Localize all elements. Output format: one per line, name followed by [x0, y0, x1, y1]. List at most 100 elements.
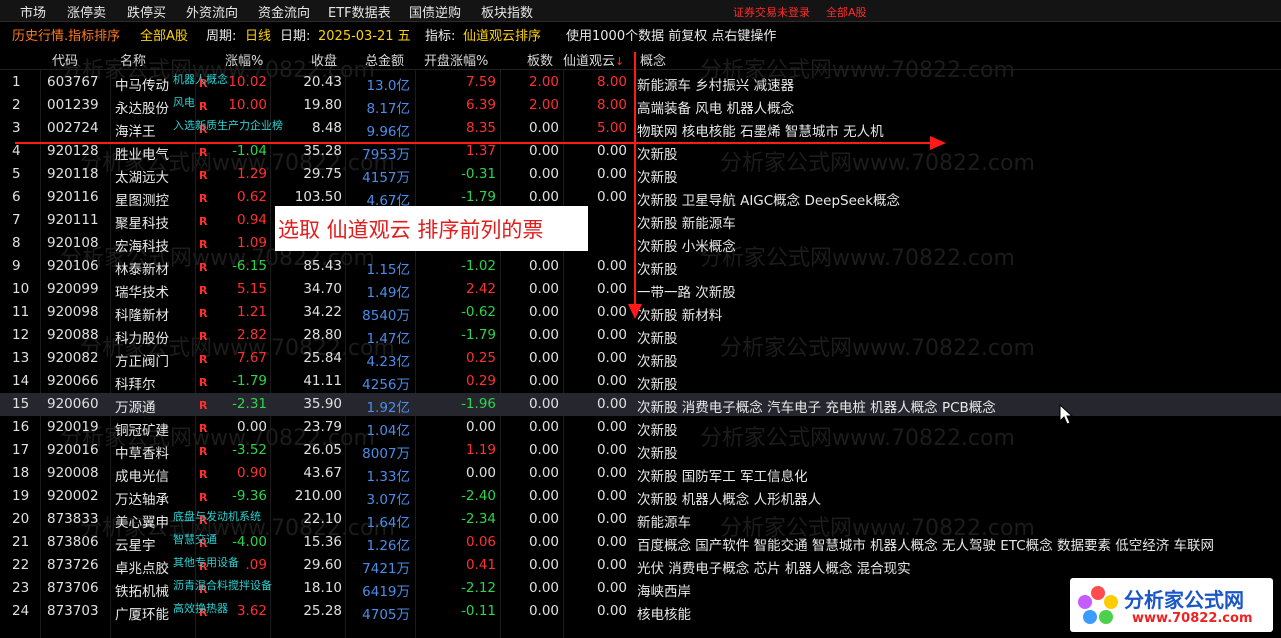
xdgy-score: 0.00	[596, 166, 627, 182]
stock-code: 920060	[47, 396, 99, 412]
board-count: 0.00	[528, 465, 559, 481]
table-row[interactable]: 21 873806 云星宇 R 智慧交通 -4.00 15.36 1.26亿 0.06 0.00 0…	[0, 531, 1281, 554]
table-row[interactable]: 19 920002 万达轴承 R -9.36 210.00 3.07亿 -2.40 0.00 0.…	[0, 485, 1281, 508]
menu-limit-up-sell[interactable]: 涨停卖	[67, 2, 106, 21]
xdgy-score: 0.00	[596, 189, 627, 205]
stock-code: 873833	[47, 511, 99, 527]
close-price: 103.50	[294, 189, 342, 205]
total-amount: 6419万	[362, 584, 410, 600]
close-price: 28.80	[303, 327, 342, 343]
stock-name: 方正阀门	[115, 354, 169, 370]
total-amount: 1.33亿	[366, 469, 410, 485]
date-value[interactable]: 2025-03-21 五	[318, 25, 411, 44]
table-row[interactable]: 13 920082 方正阀门 R 7.67 25.84 4.23亿 0.25 0.00 0.00 次…	[0, 347, 1281, 370]
period-value[interactable]: 日线	[245, 25, 271, 44]
xdgy-score: 0.00	[596, 511, 627, 527]
table-row[interactable]: 15 920060 万源通 R -2.31 35.90 1.92亿 -1.96 0.00 0.00…	[0, 393, 1281, 416]
menu-bar: 市场 涨停卖 跌停买 外资流向 资金流向 ETF数据表 国债逆购 板块指数 证券…	[0, 0, 1281, 22]
table-row[interactable]: 14 920066 科拜尔 R -1.79 41.11 4256万 0.29 0.00 0.00 次…	[0, 370, 1281, 393]
change-pct: 10.02	[228, 74, 267, 90]
stock-name: 广厦环能	[115, 607, 169, 623]
table-row[interactable]: 9 920106 林泰新材 R -6.15 85.43 1.15亿 -1.02 0.00 0.00…	[0, 255, 1281, 278]
table-row[interactable]: 22 873726 卓兆点胶 R 其他专用设备 .09 29.60 7421万 0.41 0.00…	[0, 554, 1281, 577]
table-row[interactable]: 1 603767 中马传动 R 机器人概念 10.02 20.43 13.0亿 7.59 2.00…	[0, 71, 1281, 94]
close-price: 43.67	[303, 465, 342, 481]
col-open-change-pct[interactable]: 开盘涨幅%	[424, 50, 488, 69]
close-price: 35.90	[303, 396, 342, 412]
col-boards[interactable]: 板数	[527, 50, 553, 69]
col-amount[interactable]: 总金额	[365, 50, 404, 69]
table-row[interactable]: 20 873833 美心翼申 R 底盘与发动机系统 22.10 1.64亿 -2.34 0.00…	[0, 508, 1281, 531]
row-index: 8	[12, 235, 21, 251]
table-row[interactable]: 5 920118 太湖远大 R 1.29 29.75 4157万 -0.31 0.00 0.00 次…	[0, 163, 1281, 186]
menu-etf-table[interactable]: ETF数据表	[328, 2, 391, 21]
menu-treasury-repo[interactable]: 国债逆购	[409, 2, 461, 21]
col-close[interactable]: 收盘	[311, 50, 337, 69]
menu-limit-down-buy[interactable]: 跌停买	[127, 2, 166, 21]
table-row[interactable]: 16 920019 铜冠矿建 R 0.00 23.79 1.04亿 0.00 0.00 0.00 次…	[0, 416, 1281, 439]
menu-capital-flow[interactable]: 资金流向	[258, 2, 310, 21]
margin-trading-badge: R	[199, 192, 208, 205]
mouse-cursor-icon	[1059, 404, 1074, 425]
date-label: 日期:	[280, 29, 311, 44]
app-window: 分析家公式网www.70822.com 分析家公式网www.70822.com 分析…	[0, 0, 1281, 638]
menu-foreign-flow[interactable]: 外资流向	[186, 2, 238, 21]
scope-selector[interactable]: 全部A股	[140, 25, 188, 44]
stock-code: 920108	[47, 235, 99, 251]
board-count: 0.00	[528, 557, 559, 573]
total-amount: 8540万	[362, 308, 410, 324]
indicator-label: 指标:	[425, 29, 456, 44]
stock-code: 920111	[47, 212, 99, 228]
change-pct: 5.15	[236, 281, 267, 297]
stock-name: 星图测控	[115, 193, 169, 209]
open-change-pct: 0.25	[465, 350, 496, 366]
total-amount: 9.96亿	[366, 124, 410, 140]
margin-trading-badge: R	[199, 491, 208, 504]
menu-market[interactable]: 市场	[20, 2, 46, 21]
table-row[interactable]: 2 001239 永达股份 R 风电 10.00 19.80 8.17亿 6.39 2.00 8.0…	[0, 94, 1281, 117]
concept-list: 次新股 国防军工 军工信息化	[637, 469, 808, 485]
hot-tag: 机器人概念	[173, 73, 228, 86]
menu-sector-index[interactable]: 板块指数	[481, 2, 533, 21]
stock-code: 920002	[47, 488, 99, 504]
concept-list: 次新股 小米概念	[637, 239, 736, 255]
close-price: 210.00	[294, 488, 342, 504]
col-code[interactable]: 代码	[52, 50, 78, 69]
row-index: 21	[12, 534, 30, 550]
stock-name: 美心翼申	[115, 515, 169, 531]
indicator-value[interactable]: 仙道观云排序	[463, 25, 541, 44]
table-row[interactable]: 12 920088 科力股份 R 2.82 28.80 1.47亿 -1.79 0.00 0.00…	[0, 324, 1281, 347]
board-count: 0.00	[528, 534, 559, 550]
col-concept[interactable]: 概念	[640, 50, 666, 69]
table-row[interactable]: 18 920008 成电光信 R 0.90 43.67 1.33亿 0.00 0.00 0.00 次…	[0, 462, 1281, 485]
stock-name: 中马传动	[115, 78, 169, 94]
total-amount: 1.26亿	[366, 538, 410, 554]
xdgy-score: 0.00	[596, 373, 627, 389]
close-price: 15.36	[303, 534, 342, 550]
xdgy-score: 0.00	[596, 396, 627, 412]
col-name[interactable]: 名称	[120, 50, 146, 69]
change-pct: .09	[245, 557, 267, 573]
hot-tag: 其他专用设备	[173, 556, 239, 569]
board-count: 0.00	[528, 258, 559, 274]
table-row[interactable]: 6 920116 星图测控 R 0.62 103.50 4.67亿 -1.79 0.00 0.00…	[0, 186, 1281, 209]
table-row[interactable]: 10 920099 瑞华技术 R 5.15 34.70 1.49亿 2.42 0.00 0.00 一…	[0, 278, 1281, 301]
hot-tag: 入选新质生产力企业榜	[173, 119, 283, 132]
close-price: 29.75	[303, 166, 342, 182]
table-row[interactable]: 17 920016 中草香料 R -3.52 26.05 8007万 1.19 0.00 0.00…	[0, 439, 1281, 462]
col-xdgy[interactable]: 仙道观云↓	[563, 50, 624, 69]
table-row[interactable]: 8 920108 宏海科技 R 1.09 次新股 小米概念	[0, 232, 1281, 255]
table-row[interactable]: 7 920111 聚星科技 R 0.94 次新股 新能源车	[0, 209, 1281, 232]
concept-list: 次新股 新材料	[637, 308, 723, 324]
table-row[interactable]: 3 002724 海洋王 R 入选新质生产力企业榜 8.48 9.96亿 8.35 0.00 5.…	[0, 117, 1281, 140]
concept-list: 次新股	[637, 377, 678, 393]
concept-list: 次新股	[637, 423, 678, 439]
close-price: 22.10	[303, 511, 342, 527]
total-amount: 1.49亿	[366, 285, 410, 301]
xdgy-score: 0.00	[596, 442, 627, 458]
xdgy-score: 0.00	[596, 258, 627, 274]
close-price: 34.22	[303, 304, 342, 320]
row-index: 10	[12, 281, 30, 297]
col-change-pct[interactable]: 涨幅%	[225, 50, 263, 69]
close-price: 35.28	[303, 143, 342, 159]
